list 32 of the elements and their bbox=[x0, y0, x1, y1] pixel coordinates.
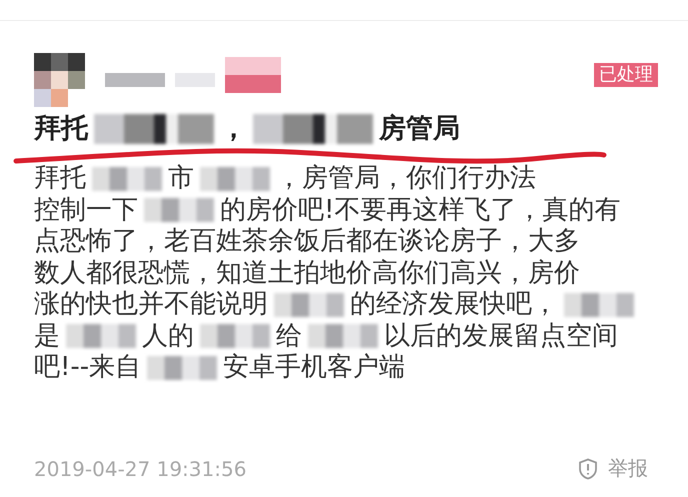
redaction-blur bbox=[200, 324, 270, 348]
redaction-blur bbox=[200, 166, 270, 191]
post-title: ， bbox=[220, 112, 247, 146]
body-text: 控制一下 bbox=[34, 194, 138, 226]
body-text: 数人都很恐慌，知道土拍地价高你们高兴，房价 bbox=[34, 258, 580, 289]
avatar-blur bbox=[34, 53, 85, 107]
body-text: 吧!--来自 bbox=[34, 352, 142, 384]
redaction-blur bbox=[564, 292, 634, 317]
body-text: 以后的发展留点空间 bbox=[384, 320, 618, 352]
redaction-blur bbox=[66, 324, 136, 348]
body-text: 给 bbox=[276, 320, 302, 352]
redaction-blur bbox=[274, 292, 344, 317]
status-badge: 已处理 bbox=[594, 63, 658, 87]
redaction-blur bbox=[308, 324, 378, 348]
body-text: 人的 bbox=[142, 320, 194, 352]
body-text: 的经济发展快吧， bbox=[350, 289, 558, 320]
body-text: 的房价吧!不要再这样飞了，真的有 bbox=[220, 194, 620, 226]
body-text: 点恐怖了，老百姓茶余饭后都在谈论房子，大多 bbox=[34, 226, 580, 258]
body-text: 是 bbox=[34, 320, 60, 352]
post-title: 拜托 bbox=[34, 112, 88, 146]
body-text: 安卓手机客户端 bbox=[223, 352, 406, 384]
report-link[interactable]: 举报 bbox=[608, 455, 648, 482]
redaction-blur bbox=[147, 356, 218, 380]
body-text: 涨的快也并不能说明 bbox=[34, 289, 268, 320]
redaction-blur bbox=[144, 198, 214, 222]
redaction-blur bbox=[92, 166, 162, 191]
body-text: 市 bbox=[168, 163, 194, 194]
post-timestamp: 2019-04-27 19:31:56 bbox=[34, 456, 246, 480]
body-text: ，房管局，你们行办法 bbox=[276, 163, 536, 194]
body-text: 拜托 bbox=[34, 163, 86, 194]
shield-icon[interactable] bbox=[578, 458, 598, 480]
post-title: 房管局 bbox=[379, 112, 460, 146]
